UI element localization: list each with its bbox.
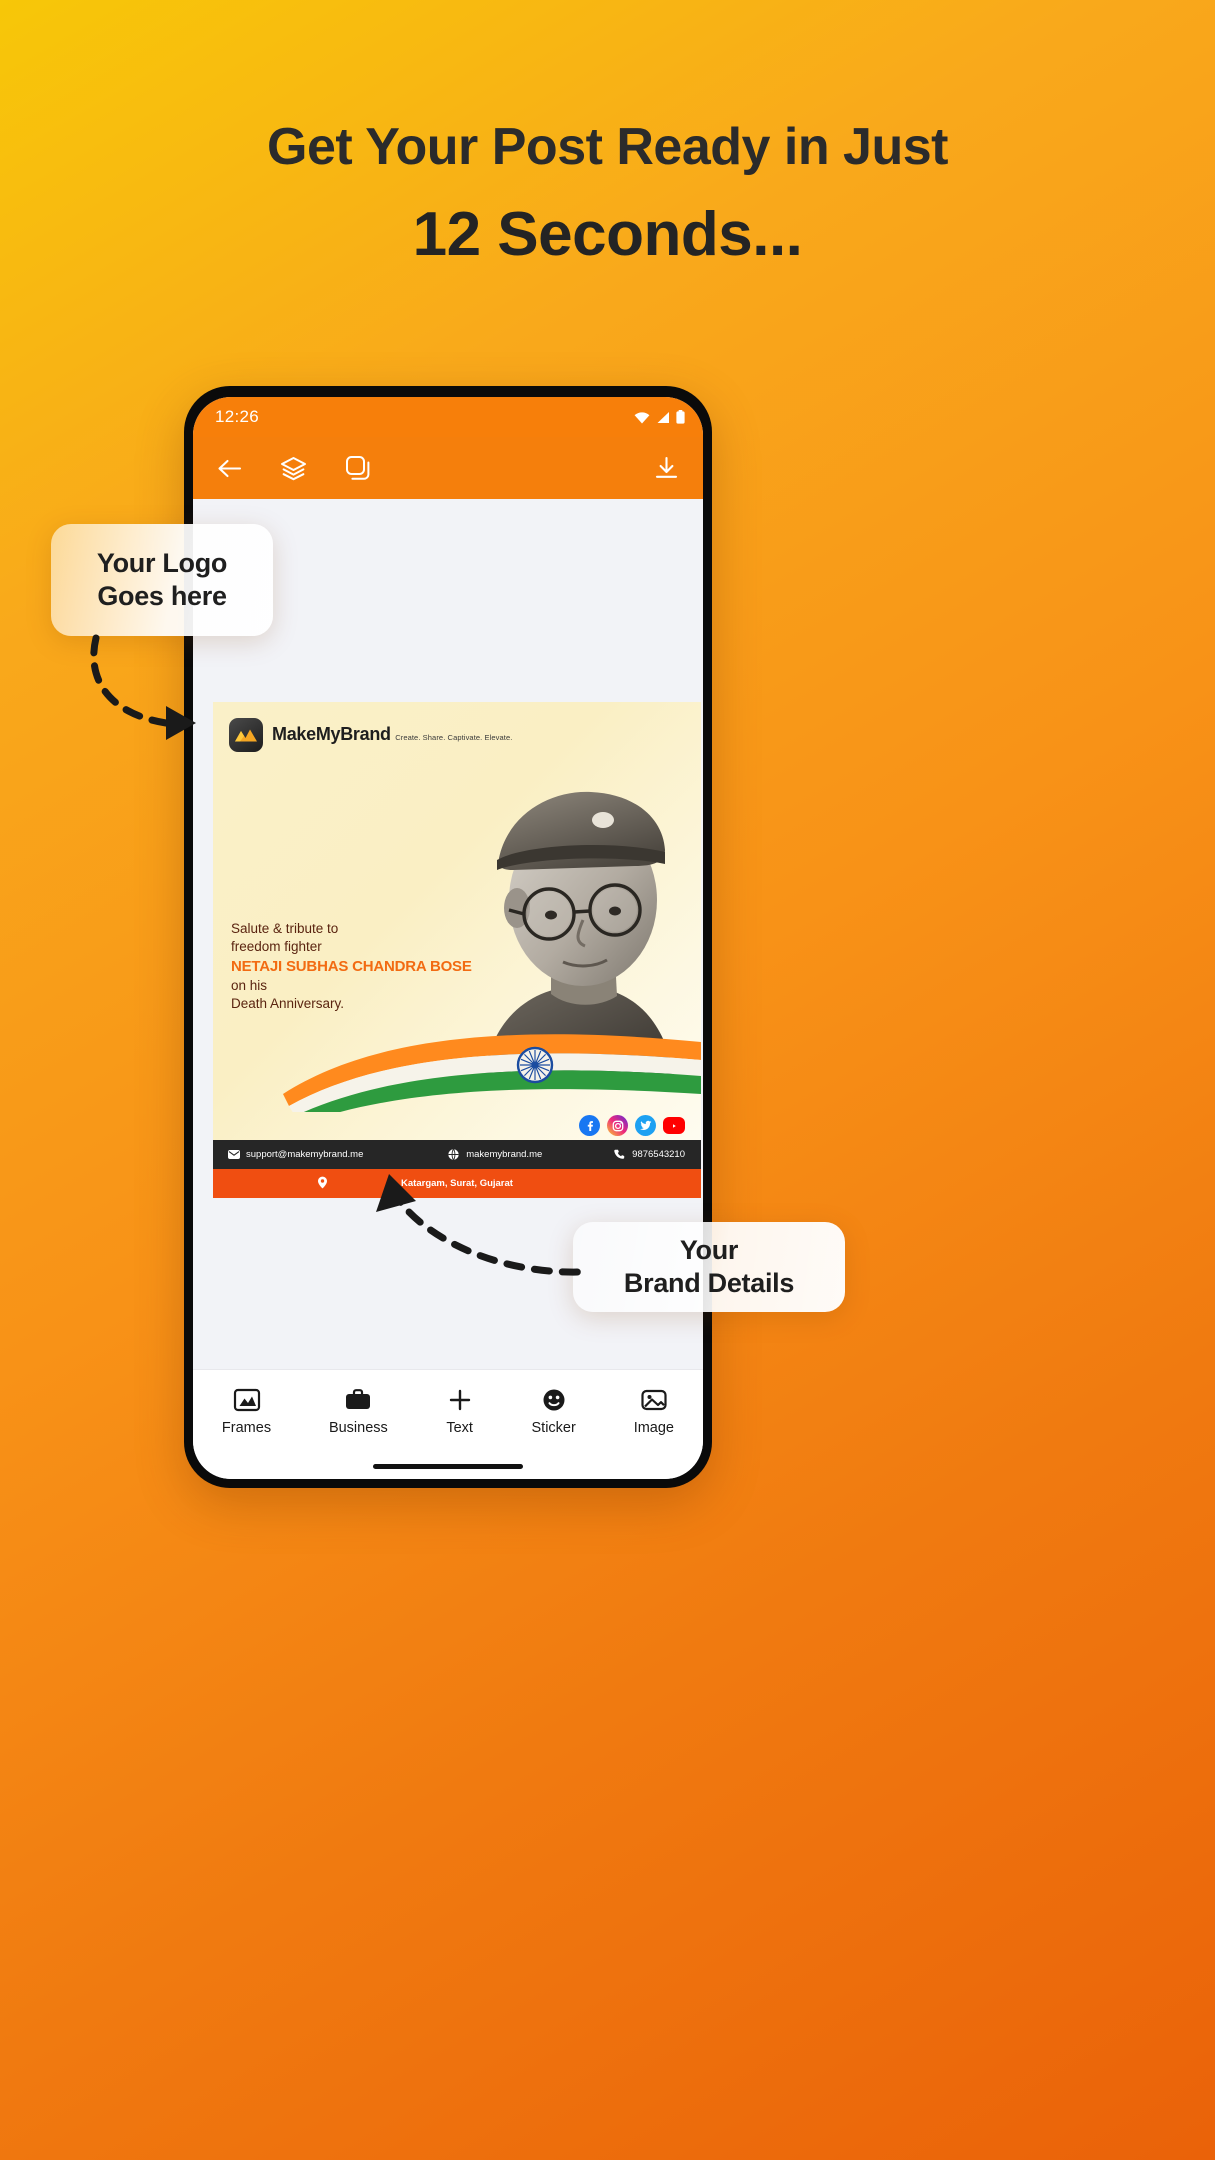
page-headline: Get Your Post Ready in Just 12 Seconds..… xyxy=(0,118,1215,273)
globe-icon xyxy=(447,1148,460,1161)
home-indicator[interactable] xyxy=(373,1463,523,1469)
tribute-person-name: NETAJI SUBHAS CHANDRA BOSE xyxy=(231,957,472,975)
nav-label-business: Business xyxy=(328,1420,388,1436)
status-bar-time: 12:26 xyxy=(215,407,260,426)
poster-tribute-text: Salute & tribute to freedom fighter NETA… xyxy=(231,920,472,1013)
gesture-bar xyxy=(193,1453,703,1479)
nav-label-frames: Frames xyxy=(221,1420,272,1436)
nav-label-text: Text xyxy=(446,1420,473,1436)
tribute-line-1: Salute & tribute to xyxy=(231,921,339,936)
youtube-icon[interactable] xyxy=(663,1117,685,1134)
contact-phone-text: 9876543210 xyxy=(632,1149,685,1160)
nav-item-sticker[interactable]: Sticker xyxy=(532,1387,576,1436)
twitter-icon[interactable] xyxy=(635,1115,656,1136)
status-bar: 12:26 xyxy=(193,397,703,437)
battery-icon xyxy=(676,410,685,424)
nav-item-image[interactable]: Image xyxy=(634,1387,674,1436)
poster-brand-tagline: Create. Share. Captivate. Elevate. xyxy=(395,733,513,742)
poster-design[interactable]: MakeMyBrand Create. Share. Captivate. El… xyxy=(213,702,701,1198)
contact-website-text: makemybrand.me xyxy=(466,1149,543,1160)
facebook-icon[interactable] xyxy=(579,1115,600,1136)
frames-icon xyxy=(233,1388,260,1412)
bottom-navigation: Frames Business Text Sticker Image xyxy=(193,1369,703,1453)
status-bar-icons xyxy=(634,410,685,424)
location-pin-icon xyxy=(317,1176,328,1192)
callout-brand-line-2: Brand Details xyxy=(623,1268,795,1298)
callout-brand-line-1: Your xyxy=(679,1235,739,1266)
nav-label-sticker: Sticker xyxy=(531,1420,576,1436)
duplicate-icon[interactable] xyxy=(345,455,371,481)
phone-icon xyxy=(613,1148,626,1161)
download-icon[interactable] xyxy=(654,456,679,481)
nav-item-frames[interactable]: Frames xyxy=(222,1387,271,1436)
poster-social-icons xyxy=(579,1115,685,1136)
signal-icon xyxy=(657,411,669,423)
nav-item-business[interactable]: Business xyxy=(329,1387,388,1436)
callout-logo-line-2: Goes here xyxy=(97,581,227,611)
nav-item-text[interactable]: Text xyxy=(446,1387,474,1436)
image-icon xyxy=(641,1389,667,1411)
contact-address-text: Katargam, Surat, Gujarat xyxy=(401,1178,513,1189)
wifi-icon xyxy=(634,411,650,423)
callout-logo-line-1: Your Logo xyxy=(96,548,228,579)
tribute-line-2: freedom fighter xyxy=(231,938,322,954)
contact-email-text: support@makemybrand.me xyxy=(246,1149,364,1160)
briefcase-icon xyxy=(346,1389,371,1409)
poster-brand-name: MakeMyBrand xyxy=(272,724,391,744)
contact-email-cell: support@makemybrand.me xyxy=(213,1148,447,1161)
logo-mark-icon xyxy=(229,718,263,752)
nav-label-image: Image xyxy=(633,1420,674,1436)
poster-address-bar: Katargam, Surat, Gujarat xyxy=(213,1169,701,1198)
plus-icon xyxy=(449,1389,470,1411)
headline-line-2: 12 Seconds... xyxy=(412,199,803,269)
poster-brand-logo: MakeMyBrand Create. Share. Captivate. El… xyxy=(229,718,512,752)
app-toolbar xyxy=(193,437,703,499)
smiley-icon xyxy=(543,1389,565,1411)
tribute-line-3: on his xyxy=(231,978,268,994)
poster-contact-bar: support@makemybrand.me makemybrand.me 98… xyxy=(213,1140,701,1169)
envelope-icon xyxy=(227,1148,240,1161)
back-arrow-icon[interactable] xyxy=(217,458,242,479)
instagram-icon[interactable] xyxy=(607,1115,628,1136)
indian-flag-wave xyxy=(283,1034,701,1112)
callout-brand-details: Your Brand Details xyxy=(573,1222,845,1312)
callout-your-logo: Your Logo Goes here xyxy=(51,524,273,636)
contact-website-cell: makemybrand.me xyxy=(447,1148,584,1161)
layers-icon[interactable] xyxy=(280,456,307,481)
headline-line-1: Get Your Post Ready in Just xyxy=(267,118,948,176)
contact-phone-cell: 9876543210 xyxy=(584,1148,701,1161)
